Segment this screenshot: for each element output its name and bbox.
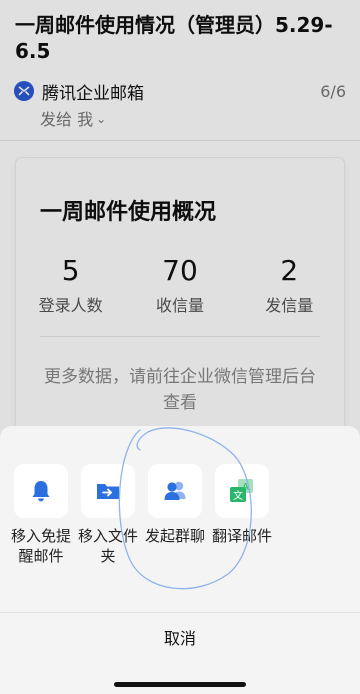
action-start-group-chat[interactable]: 发起群聊 bbox=[145, 464, 205, 566]
action-translate-mail[interactable]: A 文 翻译邮件 bbox=[212, 464, 272, 566]
action-tile[interactable]: A 文 bbox=[215, 464, 269, 518]
action-tile[interactable] bbox=[14, 464, 68, 518]
action-tile[interactable] bbox=[148, 464, 202, 518]
cancel-button[interactable]: 取消 bbox=[0, 613, 360, 661]
action-label: 翻译邮件 bbox=[211, 527, 272, 545]
action-label: 发起群聊 bbox=[144, 527, 205, 545]
folder-move-icon bbox=[97, 484, 119, 499]
action-sheet: 移入免提醒邮件 移入文件夹 发起群聊 A 文 翻译邮件 取消 bbox=[0, 426, 360, 694]
action-label: 移入免提醒邮件 bbox=[10, 527, 71, 565]
action-label: 移入文件夹 bbox=[77, 527, 138, 565]
bell-icon bbox=[32, 481, 50, 502]
svg-text:文: 文 bbox=[233, 489, 243, 502]
translate-icon: A 文 bbox=[230, 479, 253, 502]
group-chat-icon bbox=[164, 481, 186, 500]
action-move-to-folder[interactable]: 移入文件夹 bbox=[78, 464, 138, 566]
action-move-to-no-reminder[interactable]: 移入免提醒邮件 bbox=[11, 464, 71, 566]
action-list: 移入免提醒邮件 移入文件夹 发起群聊 A 文 翻译邮件 bbox=[11, 464, 282, 566]
action-tile[interactable] bbox=[81, 464, 135, 518]
home-indicator[interactable] bbox=[114, 682, 246, 687]
